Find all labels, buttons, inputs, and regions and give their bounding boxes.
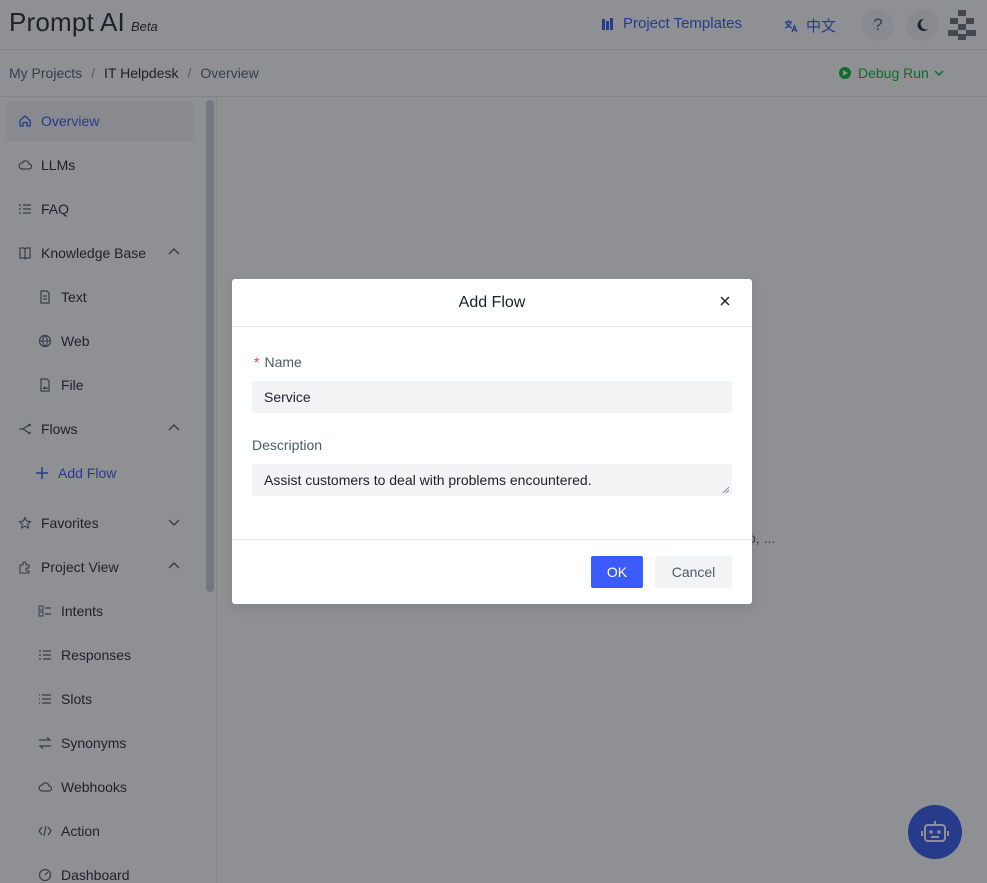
ok-button[interactable]: OK <box>591 556 643 588</box>
resize-handle-icon[interactable] <box>722 486 730 494</box>
description-label-text: Description <box>252 437 323 453</box>
required-marker: * <box>254 354 260 370</box>
description-textarea-value: Assist customers to deal with problems e… <box>264 472 592 488</box>
close-icon[interactable] <box>718 294 732 308</box>
add-flow-dialog: Add Flow * Name Service Description Assi… <box>232 279 752 604</box>
name-input-value: Service <box>264 389 311 405</box>
description-textarea[interactable]: Assist customers to deal with problems e… <box>252 464 732 496</box>
description-field-label: Description <box>252 437 732 453</box>
cancel-button[interactable]: Cancel <box>655 556 732 588</box>
dialog-title: Add Flow <box>458 293 526 311</box>
name-label-text: Name <box>264 354 302 370</box>
name-input[interactable]: Service <box>252 381 732 413</box>
name-field-label: * Name <box>252 354 732 370</box>
dialog-footer: OK Cancel <box>232 539 752 604</box>
dialog-header: Add Flow <box>232 279 752 327</box>
dialog-body: * Name Service Description Assist custom… <box>252 327 732 496</box>
